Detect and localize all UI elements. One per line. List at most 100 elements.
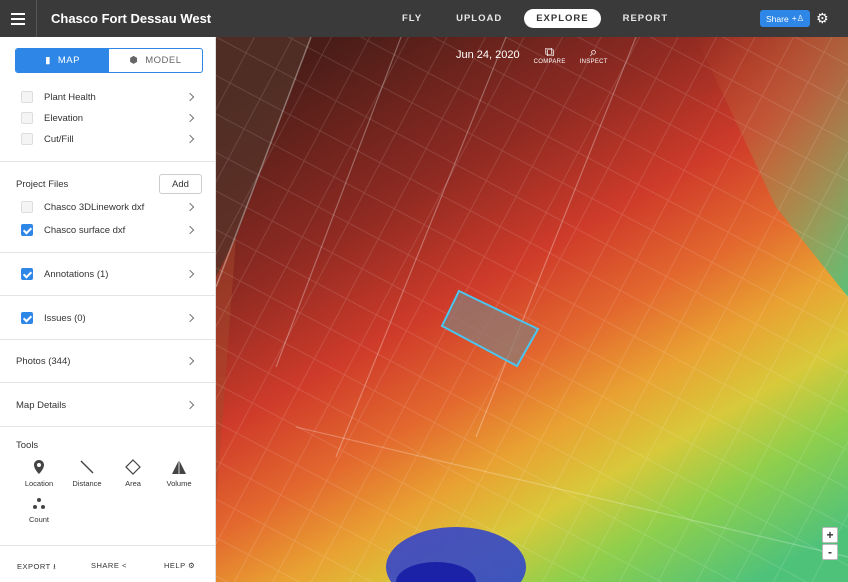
compare-icon: ⧉ (544, 44, 555, 59)
tool-volume[interactable]: Volume (159, 459, 199, 488)
sidebar: ▮ MAP ⬢ MODEL Plant Health Elevation Cut… (0, 37, 216, 582)
view-toggle: ▮ MAP ⬢ MODEL (15, 48, 203, 73)
magnifier-icon: ⌕ (589, 44, 598, 59)
map-details-row[interactable]: Map Details (0, 395, 215, 415)
annotations-checkbox[interactable] (21, 268, 33, 280)
divider (0, 161, 215, 162)
file-label: Chasco 3DLinework dxf (44, 201, 145, 213)
layer-label: Cut/Fill (44, 133, 74, 145)
area-polygon-icon (125, 459, 141, 475)
divider (0, 382, 215, 383)
compare-button[interactable]: ⧉ COMPARE (533, 44, 566, 66)
annotations-row[interactable]: Annotations (1) (0, 264, 215, 284)
site-title: Chasco Fort Dessau West (51, 11, 212, 26)
divider (0, 252, 215, 253)
chevron-right-icon (185, 225, 195, 235)
nav-upload[interactable]: UPLOAD (444, 9, 514, 28)
add-file-button[interactable]: Add (159, 174, 202, 194)
count-dots-icon (33, 498, 45, 509)
divider (0, 339, 215, 340)
issues-checkbox[interactable] (21, 312, 33, 324)
map-view-button[interactable]: ▮ MAP (16, 49, 109, 72)
inspect-button[interactable]: ⌕ INSPECT (579, 44, 608, 66)
photos-row[interactable]: Photos (344) (0, 351, 215, 371)
chevron-right-icon (185, 313, 195, 323)
photos-label: Photos (344) (16, 355, 71, 367)
chevron-right-icon (185, 356, 195, 366)
tool-count[interactable]: Count (19, 497, 59, 524)
top-bar: Chasco Fort Dessau West FLY UPLOAD EXPLO… (0, 0, 848, 37)
cut-fill-checkbox[interactable] (21, 133, 33, 145)
tool-label: Count (28, 515, 49, 524)
zoom-out-button[interactable]: - (822, 544, 838, 560)
chevron-right-icon (185, 92, 195, 102)
layer-label: Elevation (44, 112, 84, 124)
survey-date[interactable]: Jun 24, 2020 (456, 49, 520, 61)
elevation-checkbox[interactable] (21, 112, 33, 124)
tool-distance[interactable]: Distance (67, 459, 107, 488)
divider (0, 426, 215, 427)
tools-title: Tools (16, 440, 39, 451)
share-footer-label: SHARE (91, 561, 120, 570)
chevron-right-icon (185, 400, 195, 410)
share-button[interactable]: Share +♙ (760, 10, 811, 27)
inspect-label: INSPECT (579, 59, 608, 65)
sidebar-footer: EXPORT ⭳ SHARE < HELP ⚙ (0, 545, 215, 582)
map-view[interactable]: Jun 24, 2020 ⧉ COMPARE ⌕ INSPECT + - (216, 37, 848, 582)
main-nav: FLY UPLOAD EXPLORE REPORT (390, 9, 690, 28)
map-view-label: MAP (57, 55, 80, 66)
nav-report[interactable]: REPORT (611, 9, 681, 28)
file-checkbox[interactable] (21, 224, 33, 236)
plant-health-checkbox[interactable] (21, 91, 33, 103)
layer-elevation[interactable]: Elevation (0, 108, 215, 128)
nav-explore[interactable]: EXPLORE (524, 9, 601, 28)
chevron-right-icon (185, 202, 195, 212)
chevron-right-icon (185, 269, 195, 279)
tool-area[interactable]: Area (113, 459, 153, 488)
compare-label: COMPARE (533, 59, 566, 65)
hamburger-menu-icon[interactable] (0, 0, 37, 37)
map-icon: ▮ (45, 55, 51, 66)
date-toolbar: Jun 24, 2020 ⧉ COMPARE ⌕ INSPECT (456, 44, 608, 66)
cube-icon: ⬢ (129, 55, 139, 66)
issues-row[interactable]: Issues (0) (0, 308, 215, 328)
chevron-right-icon (185, 134, 195, 144)
chevron-right-icon (185, 113, 195, 123)
tool-location[interactable]: Location (19, 459, 59, 488)
issues-label: Issues (0) (44, 312, 86, 324)
export-label: EXPORT (17, 562, 51, 571)
model-view-button[interactable]: ⬢ MODEL (109, 49, 202, 72)
share-footer-button[interactable]: SHARE < (91, 561, 127, 570)
divider (0, 295, 215, 296)
help-icon: ⚙ (188, 561, 196, 570)
tool-label: Area (125, 479, 141, 488)
help-button[interactable]: HELP ⚙ (164, 561, 195, 570)
location-pin-icon (34, 460, 44, 474)
help-label: HELP (164, 561, 186, 570)
nav-fly[interactable]: FLY (390, 9, 434, 28)
file-surface[interactable]: Chasco surface dxf (0, 220, 215, 240)
file-checkbox[interactable] (21, 201, 33, 213)
tool-label: Distance (72, 479, 102, 488)
file-3dlinework[interactable]: Chasco 3DLinework dxf (0, 197, 215, 217)
annotations-label: Annotations (1) (44, 268, 109, 280)
tool-label: Volume (166, 479, 192, 488)
layer-plant-health[interactable]: Plant Health (0, 87, 215, 107)
share-label: Share (766, 13, 789, 24)
layer-label: Plant Health (44, 91, 96, 103)
add-user-icon: +♙ (791, 13, 805, 23)
export-button[interactable]: EXPORT ⭳ (17, 561, 56, 574)
zoom-in-button[interactable]: + (822, 527, 838, 543)
model-view-label: MODEL (145, 55, 182, 66)
map-details-label: Map Details (16, 399, 67, 411)
project-files-title: Project Files (16, 178, 69, 190)
volume-pyramid-icon (172, 460, 186, 474)
elevation-heatmap (216, 37, 848, 582)
ruler-line-icon (80, 460, 94, 474)
download-icon: ⭳ (53, 562, 57, 571)
share-icon: < (121, 561, 127, 570)
layer-cut-fill[interactable]: Cut/Fill (0, 129, 215, 149)
tool-label: Location (24, 479, 54, 488)
file-label: Chasco surface dxf (44, 224, 126, 236)
settings-gear-icon[interactable]: ⚙ (816, 11, 830, 25)
